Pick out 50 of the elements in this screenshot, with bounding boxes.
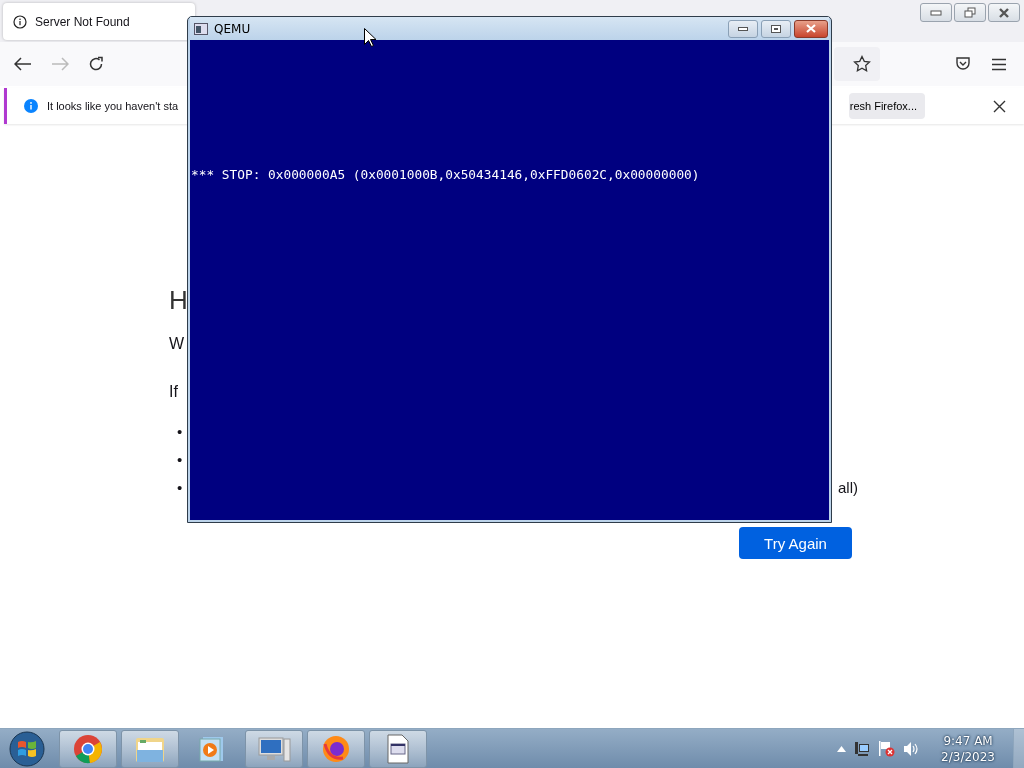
flag-icon[interactable]: [878, 740, 896, 757]
star-icon[interactable]: [853, 55, 871, 73]
taskbar-button[interactable]: [307, 729, 365, 768]
list-bullet: •: [177, 450, 183, 468]
taskbar-button[interactable]: [59, 729, 117, 768]
close-button[interactable]: [988, 3, 1020, 22]
notification-message: It looks like you haven't sta: [47, 100, 179, 112]
start-button[interactable]: [8, 729, 46, 768]
clock-date[interactable]: 2/3/2023: [941, 748, 995, 765]
close-button[interactable]: [794, 19, 828, 38]
volume-icon[interactable]: [903, 740, 920, 757]
minimize-icon: [738, 26, 748, 31]
close-icon: [805, 24, 817, 33]
maximize-button[interactable]: [761, 19, 791, 38]
pocket-icon[interactable]: [955, 56, 971, 72]
window-icon: [194, 22, 208, 35]
minimize-button[interactable]: [728, 19, 758, 38]
show-hidden-icons-icon[interactable]: [837, 745, 847, 752]
maximize-icon: [771, 24, 781, 33]
list-bullet: •: [177, 422, 183, 440]
window-title: QEMU: [214, 21, 251, 36]
taskbar-button[interactable]: [121, 729, 179, 768]
error-paragraph: If: [169, 383, 179, 401]
refresh-button[interactable]: resh Firefox...: [848, 93, 925, 119]
try-again-button[interactable]: Try Again: [739, 527, 852, 559]
close-icon[interactable]: [993, 99, 1006, 113]
menu-icon[interactable]: [991, 57, 1007, 71]
firefox-icon: [321, 733, 351, 764]
network-icon[interactable]: [854, 740, 871, 757]
address-bar[interactable]: [834, 47, 880, 81]
info-icon: [13, 14, 27, 29]
stop-error-text: *** STOP: 0x000000A5 (0x0001000B,0x50434146,0xFFD0602C,0x00000000): [191, 167, 700, 182]
browser-tab[interactable]: Server Not Found: [3, 3, 195, 40]
info-icon: [24, 99, 38, 113]
mouse-cursor-icon: [364, 28, 376, 47]
taskbar-button[interactable]: [245, 729, 303, 768]
document-icon: [386, 733, 410, 764]
media-player-icon: [199, 734, 225, 763]
list-item-text: all): [838, 478, 858, 496]
minimize-icon: [930, 9, 942, 16]
browser-icon: [73, 733, 103, 764]
taskbar-button[interactable]: [369, 729, 427, 768]
list-bullet: •: [177, 478, 183, 496]
computer-icon: [257, 734, 291, 763]
back-icon[interactable]: [14, 57, 32, 71]
reload-icon[interactable]: [88, 56, 104, 72]
error-heading: H: [169, 285, 189, 317]
restore-icon: [964, 6, 976, 19]
error-paragraph: W: [169, 335, 186, 353]
close-icon: [998, 7, 1010, 18]
